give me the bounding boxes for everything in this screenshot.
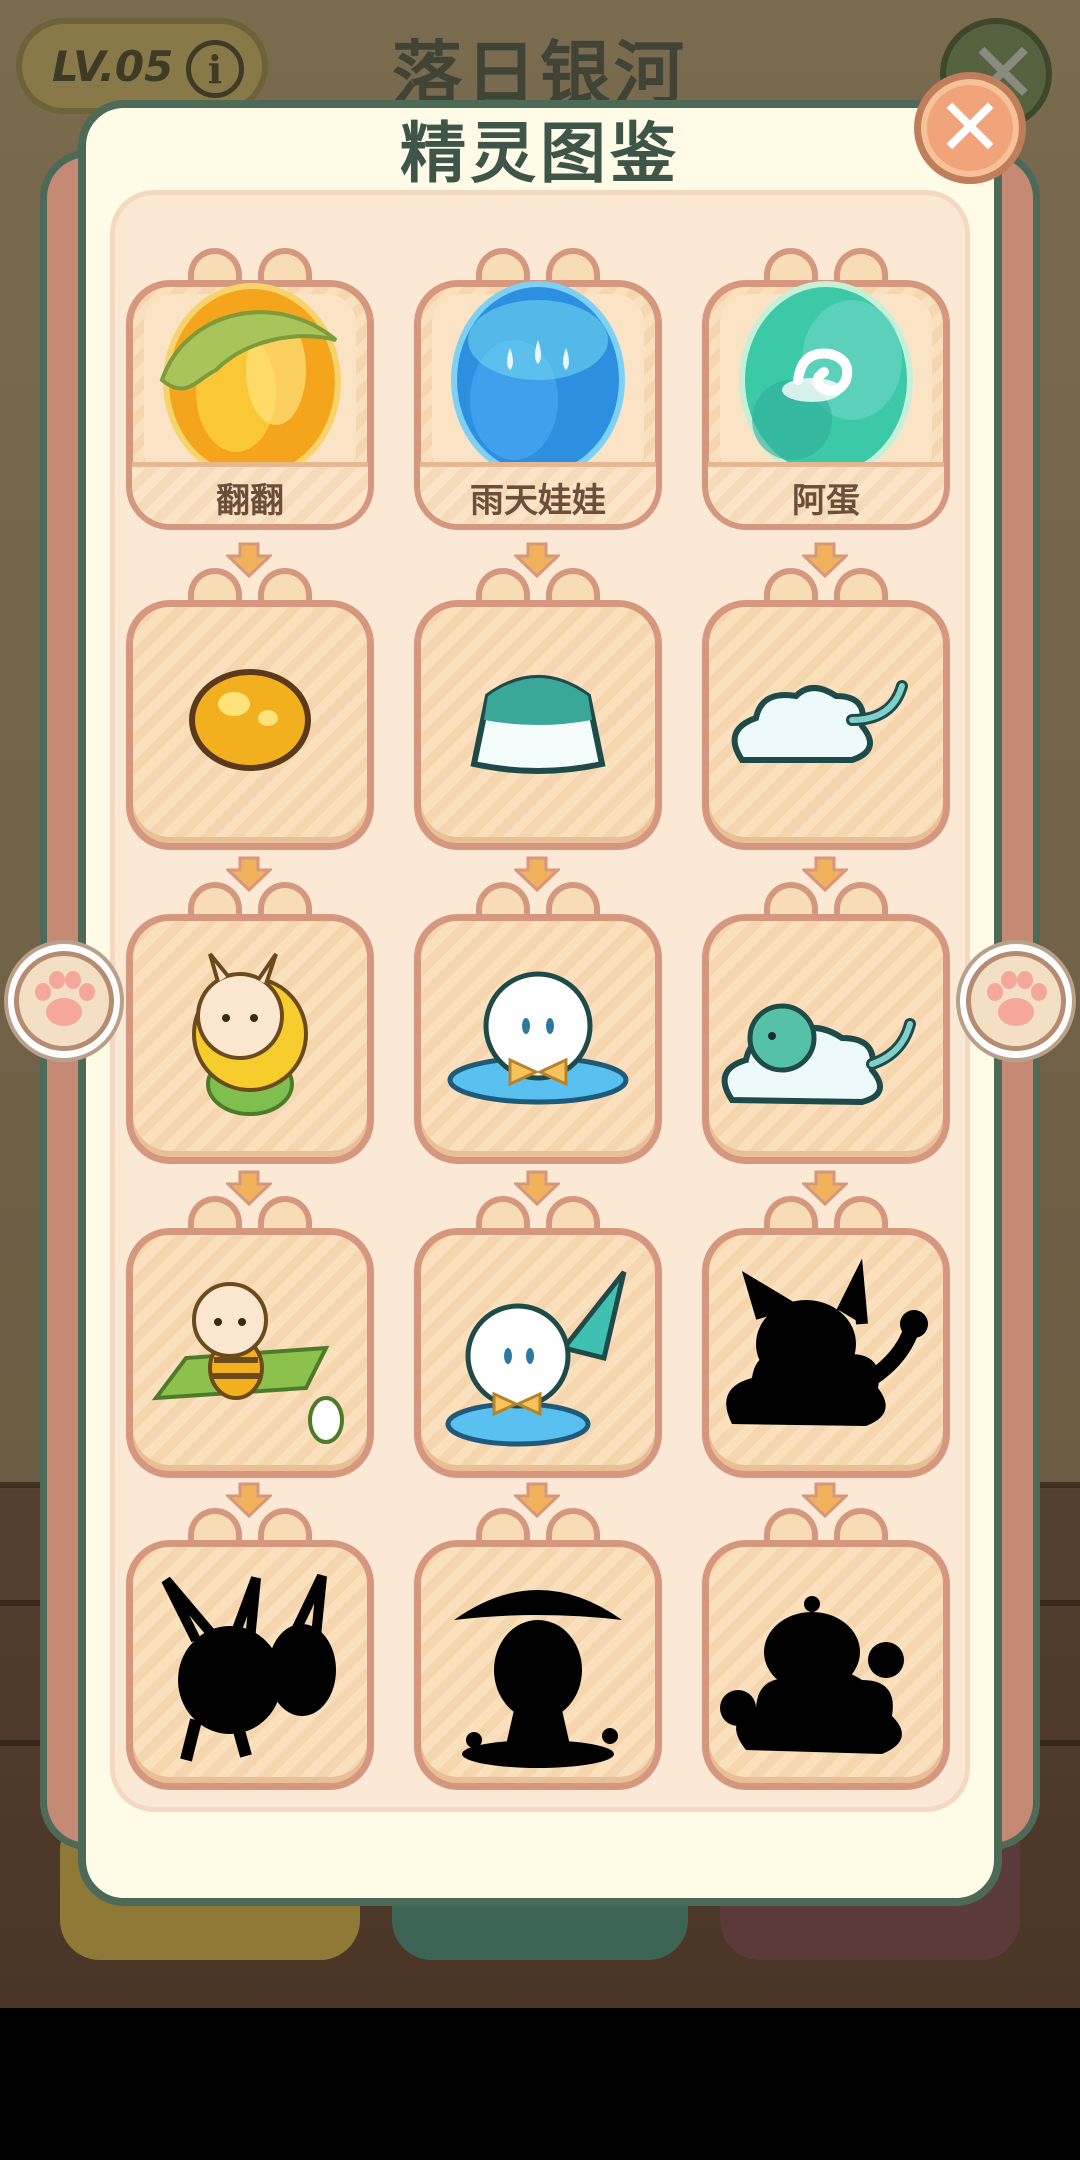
close-icon: ✕ <box>936 81 1004 174</box>
corn-sprite-icon <box>192 952 308 1116</box>
stage-card-rainy-doll-3[interactable] <box>414 1196 662 1478</box>
stage-card-adan-4-locked[interactable] <box>702 1508 950 1790</box>
evolve-arrow-icon <box>802 542 848 578</box>
evolve-arrow-icon <box>514 856 560 892</box>
egg-card-adan[interactable]: 阿蛋 <box>702 248 950 530</box>
evolve-arrow-icon <box>802 1482 848 1518</box>
egg-card-rainy-doll[interactable]: 雨天娃娃 <box>414 248 662 530</box>
stage-card-rainy-doll-2[interactable] <box>414 882 662 1164</box>
rain-doll-bowtie-icon <box>447 971 629 1105</box>
evolve-arrow-icon <box>226 1170 272 1206</box>
evolve-arrow-icon <box>514 1482 560 1518</box>
evolve-arrow-icon <box>226 856 272 892</box>
bee-sprite-on-leaf-icon <box>151 1282 344 1444</box>
close-button[interactable]: ✕ <box>914 72 1026 184</box>
locked-silhouette-icon <box>161 1573 336 1762</box>
evolve-arrow-icon <box>514 542 560 578</box>
stage-card-adan-3-locked[interactable] <box>702 1196 950 1478</box>
egg-name: 阿蛋 <box>792 481 860 521</box>
rain-doll-umbrella-icon <box>445 1270 627 1447</box>
white-cloud-icon <box>731 680 908 763</box>
egg-name: 翻翻 <box>216 481 284 521</box>
stage-card-rainy-doll-1[interactable] <box>414 568 662 850</box>
paw-icon <box>966 951 1066 1051</box>
stage-card-fanfan-3[interactable] <box>126 1196 374 1478</box>
egg-card-fanfan[interactable]: 翻翻 <box>126 248 374 530</box>
stage-card-adan-2[interactable] <box>702 882 950 1164</box>
evolve-arrow-icon <box>514 1170 560 1206</box>
evolve-arrow-icon <box>802 856 848 892</box>
evolve-arrow-icon <box>226 1482 272 1518</box>
stage-card-fanfan-1[interactable] <box>126 568 374 850</box>
evolve-arrow-icon <box>226 542 272 578</box>
paw-icon <box>14 951 114 1051</box>
egg-name: 雨天娃娃 <box>470 481 606 521</box>
prev-page-button[interactable] <box>4 940 124 1062</box>
cloud-bird-icon <box>721 1003 916 1106</box>
stage-card-fanfan-2[interactable] <box>126 882 374 1164</box>
evolve-arrow-icon <box>802 1170 848 1206</box>
stage-card-fanfan-4-locked[interactable] <box>126 1508 374 1790</box>
golden-seed-icon <box>189 669 311 771</box>
locked-silhouette-icon <box>720 1596 904 1754</box>
next-page-button[interactable] <box>956 940 1076 1062</box>
stage-card-rainy-doll-4-locked[interactable] <box>414 1508 662 1790</box>
stage-card-adan-1[interactable] <box>702 568 950 850</box>
locked-silhouette-icon <box>726 1258 928 1426</box>
locked-silhouette-icon <box>454 1590 622 1768</box>
teal-jelly-icon <box>470 675 606 774</box>
